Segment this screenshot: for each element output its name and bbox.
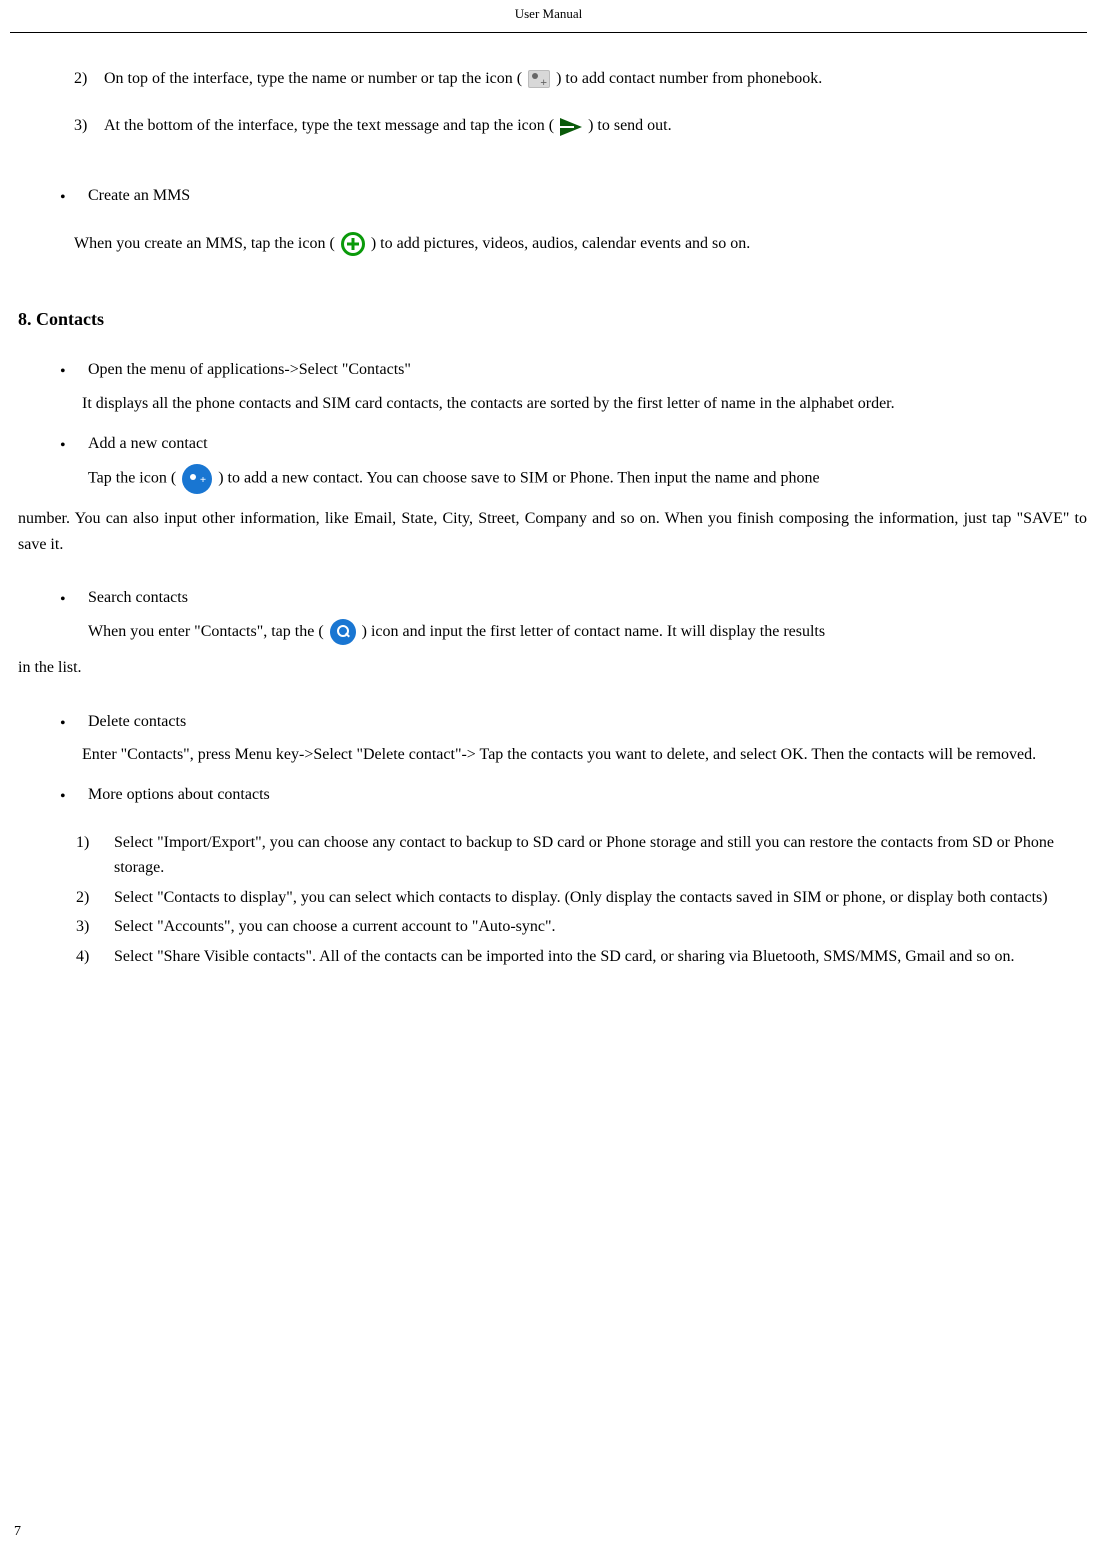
bullet-text: Open the menu of applications->Select "C…: [88, 357, 1087, 385]
text-segment: When you create an MMS, tap the icon (: [74, 235, 335, 252]
delete-contacts-desc: Enter "Contacts", press Menu key->Select…: [54, 742, 1087, 768]
text-segment: ) to add contact number from phonebook.: [556, 70, 822, 87]
add-contact-bullet: • Add a new contact: [60, 431, 1087, 459]
page-number: 7: [14, 1524, 21, 1540]
create-mms-bullet: • Create an MMS: [60, 183, 1087, 211]
text-segment: ) to add pictures, videos, audios, calen…: [371, 235, 750, 252]
list-marker: 3): [74, 108, 104, 143]
list-text: On top of the interface, type the name o…: [104, 61, 1087, 96]
search-icon: [330, 619, 356, 645]
search-contacts-continuation: in the list.: [18, 655, 1087, 681]
list-marker: 1): [76, 830, 114, 881]
sms-step-3: 3) At the bottom of the interface, type …: [74, 108, 1087, 143]
text-segment: ) icon and input the first letter of con…: [362, 623, 825, 640]
bullet-text: More options about contacts: [88, 782, 1087, 810]
delete-contacts-bullet: • Delete contacts: [60, 709, 1087, 737]
more-option-3: 3) Select "Accounts", you can choose a c…: [76, 914, 1087, 940]
sms-step-2: 2) On top of the interface, type the nam…: [74, 61, 1087, 96]
open-contacts-desc: It displays all the phone contacts and S…: [54, 391, 1087, 417]
list-marker: 2): [74, 61, 104, 96]
text-segment: On top of the interface, type the name o…: [104, 70, 522, 87]
list-text: Select "Accounts", you can choose a curr…: [114, 914, 1087, 940]
more-option-1: 1) Select "Import/Export", you can choos…: [76, 830, 1087, 881]
bullet-text: Create an MMS: [88, 183, 1087, 211]
list-marker: 3): [76, 914, 114, 940]
list-text: At the bottom of the interface, type the…: [104, 108, 1087, 143]
list-text: Select "Share Visible contacts". All of …: [114, 944, 1087, 970]
list-marker: 4): [76, 944, 114, 970]
search-contacts-bullet: • Search contacts: [60, 585, 1087, 613]
bullet-dot: •: [60, 357, 88, 385]
add-contact-continuation: number. You can also input other informa…: [18, 506, 1087, 557]
more-option-2: 2) Select "Contacts to display", you can…: [76, 885, 1087, 911]
plus-circle-icon: [341, 232, 365, 256]
bullet-text: Add a new contact: [88, 431, 1087, 459]
text-segment: Tap the icon (: [88, 470, 176, 487]
bullet-dot: •: [60, 585, 88, 613]
bullet-text: Search contacts: [88, 585, 1087, 613]
more-option-4: 4) Select "Share Visible contacts". All …: [76, 944, 1087, 970]
add-contact-icon: [528, 70, 550, 88]
open-contacts-bullet: • Open the menu of applications->Select …: [60, 357, 1087, 385]
text-segment: ) to add a new contact. You can choose s…: [218, 470, 819, 487]
page-header: User Manual: [10, 0, 1087, 33]
list-text: Select "Import/Export", you can choose a…: [114, 830, 1087, 881]
search-contacts-line: When you enter "Contacts", tap the ( ) i…: [88, 619, 1087, 645]
text-segment: ) to send out.: [588, 117, 672, 134]
add-contact-line: Tap the icon ( ) to add a new contact. Y…: [88, 464, 1087, 494]
bullet-dot: •: [60, 431, 88, 459]
page-content: 2) On top of the interface, type the nam…: [10, 61, 1087, 970]
more-options-bullet: • More options about contacts: [60, 782, 1087, 810]
text-segment: When you enter "Contacts", tap the (: [88, 623, 324, 640]
add-person-icon: [182, 464, 212, 494]
bullet-dot: •: [60, 183, 88, 211]
send-icon: [560, 118, 582, 136]
list-marker: 2): [76, 885, 114, 911]
section-contacts-title: 8. Contacts: [18, 305, 1087, 334]
text-segment: At the bottom of the interface, type the…: [104, 117, 554, 134]
bullet-dot: •: [60, 709, 88, 737]
bullet-text: Delete contacts: [88, 709, 1087, 737]
bullet-dot: •: [60, 782, 88, 810]
mms-description: When you create an MMS, tap the icon ( )…: [74, 231, 1087, 257]
list-text: Select "Contacts to display", you can se…: [114, 885, 1087, 911]
